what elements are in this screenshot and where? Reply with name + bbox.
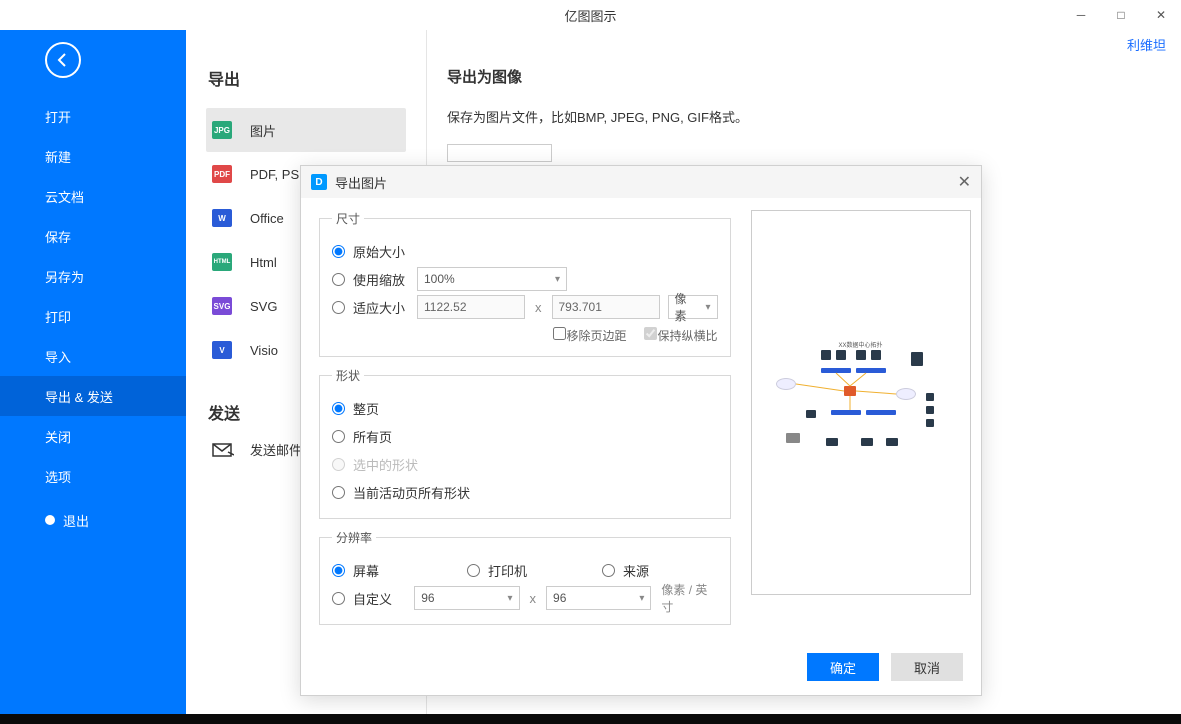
- size-legend: 尺寸: [332, 210, 364, 227]
- content-desc: 保存为图片文件，比如BMP, JPEG, PNG, GIF格式。: [447, 107, 1161, 126]
- maximize-button[interactable]: □: [1101, 0, 1141, 30]
- user-link[interactable]: 利维坦: [1127, 35, 1166, 54]
- exit-icon: [45, 515, 55, 525]
- dpi-unit-label: 像素 / 英寸: [661, 581, 717, 615]
- sidebar-item-new[interactable]: 新建: [0, 136, 186, 176]
- keep-ratio-checkbox[interactable]: 保持纵横比: [644, 327, 717, 344]
- radio-printer[interactable]: 打印机: [467, 561, 602, 580]
- back-button[interactable]: [45, 42, 81, 78]
- app-title: 亿图图示: [564, 6, 616, 25]
- format-placeholder: [447, 144, 552, 162]
- radio-selected-shapes: 选中的形状: [332, 455, 418, 474]
- unit-select[interactable]: 像素: [668, 295, 718, 319]
- jpg-icon: JPG: [212, 121, 232, 139]
- dpi-x-select[interactable]: 96: [414, 586, 519, 610]
- remove-margin-checkbox[interactable]: 移除页边距: [553, 327, 626, 344]
- radio-all-pages[interactable]: 所有页: [332, 427, 392, 446]
- html-icon: HTML: [212, 253, 232, 271]
- radio-screen[interactable]: 屏幕: [332, 561, 467, 580]
- size-fieldset: 尺寸 原始大小 使用缩放 100% 适应大小 x 像素 移除页边距 保持纵横比: [319, 210, 731, 357]
- sidebar-item-close[interactable]: 关闭: [0, 416, 186, 456]
- mail-icon: [212, 441, 234, 459]
- width-input[interactable]: [417, 295, 525, 319]
- dialog-title-text: 导出图片: [335, 173, 387, 192]
- sidebar-item-save[interactable]: 保存: [0, 216, 186, 256]
- minimize-button[interactable]: ─: [1061, 0, 1101, 30]
- taskbar: [0, 714, 1181, 724]
- radio-custom[interactable]: 自定义: [332, 589, 414, 608]
- svg-icon: SVG: [212, 297, 232, 315]
- word-icon: W: [212, 209, 232, 227]
- sidebar-item-exit[interactable]: 退出: [0, 500, 186, 540]
- radio-use-scale[interactable]: 使用缩放: [332, 270, 417, 289]
- sidebar-item-open[interactable]: 打开: [0, 96, 186, 136]
- close-button[interactable]: ✕: [1141, 0, 1181, 30]
- preview-box: XX数据中心拓扑: [751, 210, 971, 595]
- resolution-legend: 分辨率: [332, 529, 376, 546]
- sidebar-item-print[interactable]: 打印: [0, 296, 186, 336]
- content-heading: 导出为图像: [447, 66, 1161, 87]
- radio-fit-size[interactable]: 适应大小: [332, 298, 417, 317]
- scale-select[interactable]: 100%: [417, 267, 567, 291]
- shape-legend: 形状: [332, 367, 364, 384]
- ok-button[interactable]: 确定: [807, 653, 879, 681]
- shape-fieldset: 形状 整页 所有页 选中的形状 当前活动页所有形状: [319, 367, 731, 519]
- app-icon: D: [311, 174, 327, 190]
- sidebar-item-options[interactable]: 选项: [0, 456, 186, 496]
- radio-original-size[interactable]: 原始大小: [332, 242, 405, 261]
- preview-diagram: XX数据中心拓扑: [766, 338, 956, 468]
- export-heading: 导出: [206, 66, 406, 90]
- dpi-y-select[interactable]: 96: [546, 586, 651, 610]
- export-image-dialog: D 导出图片 ✕ 尺寸 原始大小 使用缩放 100% 适应大小 x 像素: [300, 165, 982, 696]
- radio-whole-page[interactable]: 整页: [332, 399, 379, 418]
- sidebar-item-saveas[interactable]: 另存为: [0, 256, 186, 296]
- sidebar: 打开 新建 云文档 保存 另存为 打印 导入 导出 & 发送 关闭 选项 退出: [0, 30, 186, 724]
- dialog-close-button[interactable]: ✕: [958, 172, 971, 192]
- radio-source[interactable]: 来源: [602, 561, 649, 580]
- arrow-left-icon: [55, 52, 71, 68]
- resolution-fieldset: 分辨率 屏幕 打印机 来源 自定义 96 x 96 像素 / 英寸: [319, 529, 731, 625]
- title-bar: 亿图图示 ─ □ ✕: [0, 0, 1181, 30]
- radio-current-page-shapes[interactable]: 当前活动页所有形状: [332, 483, 470, 502]
- sidebar-item-export-send[interactable]: 导出 & 发送: [0, 376, 186, 416]
- sidebar-item-import[interactable]: 导入: [0, 336, 186, 376]
- sidebar-item-cloud[interactable]: 云文档: [0, 176, 186, 216]
- export-item-image[interactable]: JPG 图片: [206, 108, 406, 152]
- dialog-titlebar: D 导出图片 ✕: [301, 166, 981, 198]
- pdf-icon: PDF: [212, 165, 232, 183]
- visio-icon: V: [212, 341, 232, 359]
- height-input[interactable]: [552, 295, 660, 319]
- cancel-button[interactable]: 取消: [891, 653, 963, 681]
